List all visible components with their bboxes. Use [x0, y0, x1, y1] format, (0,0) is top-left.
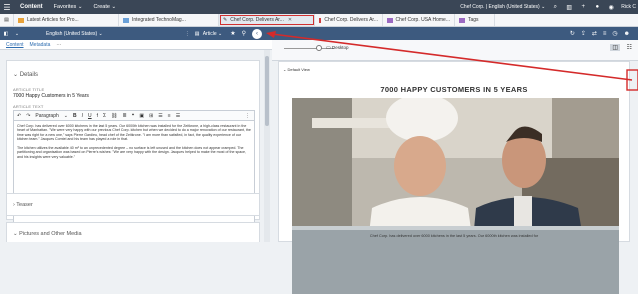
- refresh-icon[interactable]: ↻: [570, 30, 575, 37]
- form-subtabs: Content Metadata ⋯: [0, 40, 272, 50]
- desktop-icon: ▭: [326, 45, 331, 51]
- page-icon: [387, 17, 393, 23]
- chevron-down-icon: ⌄: [283, 67, 287, 72]
- settings-icon[interactable]: ☷: [627, 44, 632, 51]
- more-icon[interactable]: ⋯: [56, 42, 61, 48]
- workflow-toolbar: ↻ ⇪ ⇄ ≡ ◷ ☻: [272, 27, 638, 40]
- chevron-down-icon: ⌄: [13, 231, 18, 237]
- rich-text-toolbar: ↶ ↷ Paragraph ⌄ B I U Ɨ Σ ⛓ ≣ ❝ ▣ ⊞ ☰ ≡ …: [13, 110, 255, 120]
- doctype-selector[interactable]: Article ⌄: [203, 31, 222, 37]
- article-icon: [319, 17, 322, 23]
- chevron-down-icon[interactable]: ⌄: [12, 31, 22, 37]
- tab-chef-corp-article-active[interactable]: ✎ Chef Corp. Delivers Ar... ✕: [219, 14, 315, 26]
- clear-format-icon[interactable]: Ɨ: [97, 113, 98, 119]
- search-icon[interactable]: ⌕: [551, 4, 559, 11]
- undo-icon[interactable]: ↶: [17, 113, 21, 119]
- italic-icon[interactable]: I: [82, 113, 83, 119]
- device-label[interactable]: Desktop: [332, 45, 349, 50]
- collapse-icon[interactable]: ‹: [252, 28, 262, 39]
- pencil-icon: ✎: [223, 17, 228, 23]
- add-icon[interactable]: +: [579, 4, 587, 10]
- tab-chef-corp-usa-home[interactable]: Chef Corp. USA Home...: [383, 14, 455, 26]
- locale-selector[interactable]: English (United States) ⌄: [46, 31, 103, 37]
- tab-technomag[interactable]: Integrated TechnoMag...: [119, 14, 219, 26]
- notifications-icon[interactable]: ●: [593, 4, 601, 10]
- site-selector[interactable]: Chef Corp. | English (United States) ⌄: [460, 4, 545, 10]
- body-paragraph: Chef Corp. has delivered over 6000 kitch…: [17, 124, 251, 142]
- tab-latest-articles[interactable]: Latest Articles for Pro...: [14, 14, 119, 26]
- link-icon[interactable]: ⛓: [111, 113, 117, 119]
- teaser-label: Teaser: [16, 202, 33, 208]
- align-left-icon[interactable]: ☰: [158, 113, 162, 119]
- page-icon: [123, 17, 129, 23]
- underline-icon[interactable]: U: [88, 113, 92, 119]
- pin-icon[interactable]: ⚲: [242, 30, 246, 37]
- publish-icon[interactable]: ⇪: [581, 30, 586, 37]
- align-center-icon[interactable]: ≡: [168, 113, 171, 119]
- list-icon[interactable]: ≣: [122, 113, 126, 119]
- user-name[interactable]: Rick C: [621, 4, 636, 10]
- user-avatar-icon[interactable]: ◉: [607, 4, 615, 11]
- quote-icon[interactable]: ❝: [132, 113, 135, 119]
- tab-metadata[interactable]: Metadata: [30, 42, 51, 48]
- tab-content[interactable]: Content: [6, 42, 24, 48]
- chefs-image: [292, 98, 619, 294]
- details-header[interactable]: ⌄ Details: [13, 71, 38, 78]
- zoom-slider-handle[interactable]: [316, 45, 322, 51]
- star-icon[interactable]: ★: [230, 30, 235, 37]
- text-style-icon[interactable]: Σ: [103, 113, 106, 119]
- library-icon[interactable]: ▥: [565, 4, 573, 11]
- preview-caption: Chef Corp. has delivered over 6000 kitch…: [369, 234, 539, 238]
- chevron-down-icon: ⌄: [13, 72, 19, 78]
- tab-tags[interactable]: Tags: [455, 14, 495, 26]
- app-header: ☰ Content Favorites ⌄ Create ⌄ Chef Corp…: [0, 0, 638, 14]
- create-menu[interactable]: Create ⌄: [93, 4, 116, 10]
- preview-toolbar: ▭ Desktop ◫ ☷: [272, 40, 638, 61]
- preview-pane: ⌄ Default View 7000 HAPPY CUSTOMERS IN 5…: [278, 61, 630, 294]
- tab-chef-corp-article-2[interactable]: Chef Corp. Delivers Ar...: [315, 14, 383, 26]
- app-title: Content: [20, 4, 43, 10]
- more-icon[interactable]: ⋮: [185, 31, 195, 37]
- tab-overview-icon[interactable]: ▤: [0, 14, 14, 26]
- article-text-label: ARTICLE TEXT: [13, 104, 44, 109]
- pictures-label: Pictures and Other Media: [19, 231, 82, 237]
- more-icon[interactable]: ⋮: [245, 113, 250, 119]
- folder-icon: [18, 17, 24, 23]
- clock-icon[interactable]: ◷: [612, 30, 617, 37]
- pictures-panel[interactable]: ⌄ Pictures and Other Media: [6, 222, 260, 242]
- document-tabs: ▤ Latest Articles for Pro... Integrated …: [0, 14, 638, 27]
- align-right-icon[interactable]: ☰: [176, 113, 180, 119]
- user-icon[interactable]: ☻: [624, 31, 630, 37]
- list-icon[interactable]: ≡: [603, 31, 607, 37]
- tag-icon: [459, 17, 465, 23]
- chevron-right-icon: ›: [13, 202, 15, 208]
- share-icon[interactable]: ⇄: [592, 30, 597, 37]
- teaser-panel[interactable]: › Teaser: [6, 193, 260, 216]
- chevron-down-icon[interactable]: ⌄: [64, 113, 68, 119]
- default-view-selector[interactable]: ⌄ Default View: [283, 67, 310, 72]
- redo-icon[interactable]: ↷: [26, 113, 30, 119]
- favorites-menu[interactable]: Favorites ⌄: [54, 4, 83, 10]
- preview-mode-icon[interactable]: ◫: [610, 44, 620, 51]
- article-photo: [292, 98, 619, 294]
- hamburger-icon[interactable]: ☰: [0, 3, 14, 12]
- close-icon[interactable]: ✕: [288, 17, 292, 23]
- article-title-input[interactable]: 7000 Happy Customers in 5 Years: [13, 92, 253, 101]
- article-icon: ▤: [194, 30, 200, 37]
- bold-icon[interactable]: B: [73, 113, 77, 119]
- paragraph-style-select[interactable]: Paragraph: [35, 113, 58, 119]
- table-icon[interactable]: ⊞: [149, 113, 153, 119]
- editor-toolbar: ◧ ⌄ English (United States) ⌄ ⋮ ▤ Articl…: [0, 27, 272, 40]
- panel-toggle-icon[interactable]: ◧: [0, 31, 12, 37]
- scrollbar-thumb[interactable]: [265, 56, 269, 126]
- image-icon[interactable]: ▣: [139, 113, 144, 119]
- preview-headline: 7000 HAPPY CUSTOMERS IN 5 YEARS: [380, 85, 528, 94]
- form-scrollbar[interactable]: [264, 50, 270, 242]
- content-form: ⌄ Details ARTICLE TITLE 7000 Happy Custo…: [0, 50, 272, 242]
- body-paragraph: The kitchen utilizes the available 40 m²…: [17, 146, 247, 159]
